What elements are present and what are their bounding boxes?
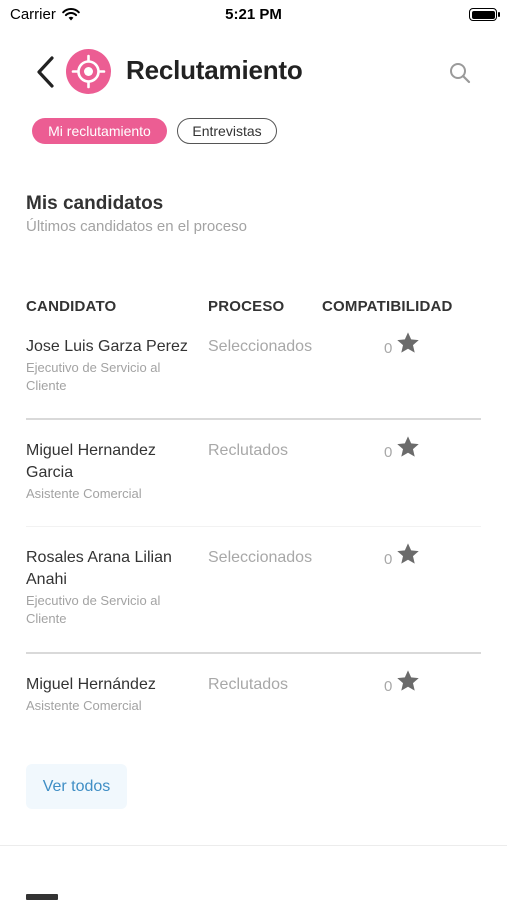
back-button[interactable] — [33, 55, 61, 89]
chevron-left-icon — [37, 56, 54, 88]
row-divider — [26, 418, 481, 420]
star-icon[interactable] — [395, 330, 421, 356]
candidate-process: Reclutados — [208, 676, 289, 693]
tab-entrevistas[interactable]: Entrevistas — [177, 118, 277, 144]
page-title: Reclutamiento — [126, 55, 303, 85]
section-title: Mis candidatos — [26, 193, 164, 214]
compatibility-score: 0 — [384, 340, 393, 357]
search-icon — [450, 63, 471, 84]
candidate-name: Miguel Hernández — [26, 676, 156, 693]
candidate-row[interactable]: Miguel Hernandez Garcia Asistente Comerc… — [26, 436, 481, 510]
compatibility-score: 0 — [384, 444, 393, 461]
recruitment-logo — [66, 49, 111, 94]
see-all-button[interactable]: Ver todos — [26, 764, 127, 809]
battery-icon — [469, 8, 500, 21]
column-header-candidate: CANDIDATO — [26, 298, 117, 315]
compatibility-score: 0 — [384, 678, 393, 695]
target-icon — [71, 54, 106, 89]
compatibility-score: 0 — [384, 551, 393, 568]
star-icon[interactable] — [395, 668, 421, 694]
status-bar: Carrier 5:21 PM — [0, 0, 507, 28]
status-time: 5:21 PM — [225, 6, 282, 23]
candidate-role: Asistente Comercial — [26, 486, 142, 501]
column-header-process: PROCESO — [208, 298, 285, 315]
star-icon[interactable] — [395, 434, 421, 460]
candidate-name: Jose Luis Garza Perez — [26, 338, 188, 355]
column-header-compatibility: COMPATIBILIDAD — [322, 298, 453, 315]
candidate-process: Seleccionados — [208, 549, 313, 566]
candidate-name: Rosales Arana Lilian Anahi — [26, 549, 172, 588]
candidate-row[interactable]: Miguel Hernández Asistente Comercial Rec… — [26, 670, 481, 719]
tab-mi-reclutamiento[interactable]: Mi reclutamiento — [32, 118, 167, 144]
next-section-title-peek — [26, 894, 58, 902]
candidate-role: Ejecutivo de Servicio al Cliente — [26, 360, 161, 393]
candidate-process: Seleccionados — [208, 338, 313, 355]
candidate-role: Asistente Comercial — [26, 698, 142, 713]
star-icon[interactable] — [395, 541, 421, 567]
section-divider — [0, 845, 507, 846]
candidate-process: Reclutados — [208, 442, 289, 459]
row-divider — [26, 526, 481, 527]
candidate-row[interactable]: Jose Luis Garza Perez Ejecutivo de Servi… — [26, 332, 481, 406]
row-divider — [26, 652, 481, 654]
candidate-role: Ejecutivo de Servicio al Cliente — [26, 593, 161, 626]
section-subtitle: Últimos candidatos en el proceso — [26, 218, 247, 235]
candidate-row[interactable]: Rosales Arana Lilian Anahi Ejecutivo de … — [26, 543, 481, 627]
candidate-name: Miguel Hernandez Garcia — [26, 442, 156, 481]
search-button[interactable] — [446, 59, 474, 87]
